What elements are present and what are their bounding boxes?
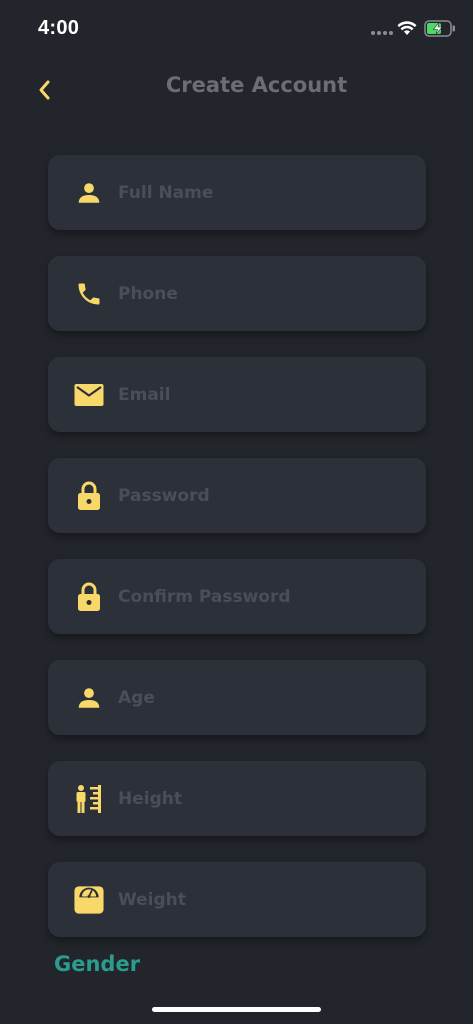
weight-scale-icon <box>74 886 104 914</box>
person-icon <box>74 684 104 712</box>
page-title: Create Account <box>165 73 348 97</box>
phone-input[interactable] <box>118 256 408 331</box>
age-input[interactable] <box>118 660 408 735</box>
home-indicator[interactable] <box>152 1007 321 1012</box>
height-ruler-icon <box>74 785 104 813</box>
mail-icon <box>74 381 104 409</box>
battery-charging-icon <box>424 20 455 37</box>
phone-field[interactable] <box>48 256 426 331</box>
weight-field[interactable] <box>48 862 426 937</box>
email-input[interactable] <box>118 357 408 432</box>
password-field[interactable] <box>48 458 426 533</box>
nav-header: Create Account <box>0 60 473 116</box>
confirm-password-input[interactable] <box>118 559 408 634</box>
person-icon <box>74 179 104 207</box>
confirm-password-field[interactable] <box>48 559 426 634</box>
create-account-screen: 4:00 Create Account Full Name Phone Emai… <box>0 0 473 1024</box>
full-name-input[interactable] <box>118 155 408 230</box>
height-field[interactable] <box>48 761 426 836</box>
height-input[interactable] <box>118 761 408 836</box>
wifi-icon <box>397 21 417 35</box>
full-name-field[interactable] <box>48 155 426 230</box>
lock-icon <box>74 582 104 611</box>
lock-icon <box>74 481 104 510</box>
create-account-form <box>48 155 426 963</box>
email-field[interactable] <box>48 357 426 432</box>
status-time: 4:00 <box>38 17 80 39</box>
phone-icon <box>74 280 104 308</box>
weight-input[interactable] <box>118 862 408 937</box>
cellular-signal-icon <box>371 31 393 35</box>
status-bar: 4:00 <box>0 0 473 58</box>
gender-section-label: Gender <box>54 952 141 976</box>
age-field[interactable] <box>48 660 426 735</box>
password-input[interactable] <box>118 458 408 533</box>
